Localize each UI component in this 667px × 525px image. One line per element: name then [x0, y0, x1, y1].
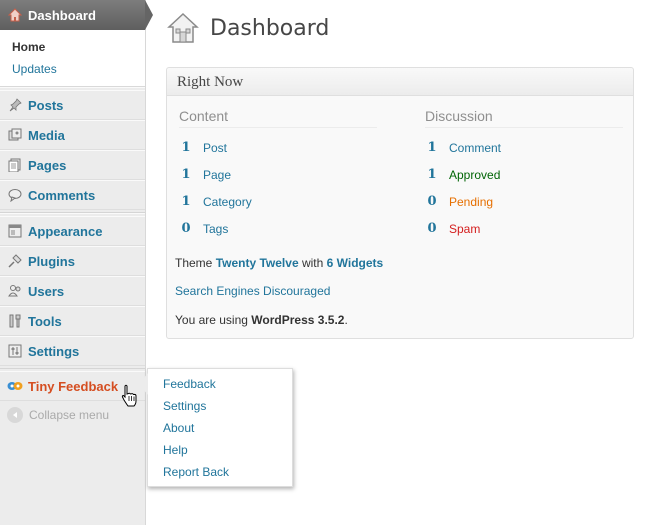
content-column: Content 1 Post 1 Page 1 Category 0 Tags: [179, 104, 379, 242]
menu-item-users[interactable]: Users: [0, 276, 145, 306]
menu-item-dashboard[interactable]: Dashboard: [0, 0, 153, 30]
pages-icon: [7, 157, 23, 173]
flyout-item-report-back[interactable]: Report Back: [148, 461, 292, 483]
count[interactable]: 1: [180, 194, 192, 209]
menu-item-posts[interactable]: Posts: [0, 90, 145, 120]
count[interactable]: 0: [426, 194, 438, 209]
page-title: Dashboard: [210, 15, 330, 41]
discussion-heading: Discussion: [425, 104, 623, 128]
count[interactable]: 1: [426, 140, 438, 155]
menu-item-tools-label: Tools: [28, 313, 62, 329]
menu-item-plugins-label: Plugins: [28, 253, 75, 269]
menu-item-appearance[interactable]: Appearance: [0, 216, 145, 246]
current-arrow: [145, 0, 153, 30]
discussion-row[interactable]: 0 Pending: [425, 188, 625, 215]
submenu-updates[interactable]: Updates: [0, 58, 145, 80]
hand-cursor-icon: [120, 384, 138, 408]
tools-icon: [7, 313, 23, 329]
count[interactable]: 0: [180, 221, 192, 236]
count[interactable]: 1: [426, 167, 438, 182]
comment-bubble-icon: [7, 187, 23, 203]
collapse-menu-label: Collapse menu: [29, 408, 110, 422]
admin-sidebar: Dashboard Home Updates Posts Media Pages: [0, 0, 153, 525]
tiny-feedback-icon: [7, 378, 23, 394]
widgets-link[interactable]: 6 Widgets: [327, 256, 384, 270]
content-row[interactable]: 1 Post: [179, 134, 379, 161]
right-now-title[interactable]: Right Now: [167, 68, 633, 96]
menu-item-users-label: Users: [28, 283, 65, 299]
dashboard-home-icon: [166, 11, 200, 45]
count[interactable]: 0: [426, 221, 438, 236]
content-row[interactable]: 1 Category: [179, 188, 379, 215]
dashboard-submenu: Home Updates: [0, 30, 145, 87]
menu-item-dashboard-label: Dashboard: [28, 7, 96, 23]
menu-item-comments-label: Comments: [28, 187, 96, 203]
content-row[interactable]: 0 Tags: [179, 215, 379, 242]
submenu-home[interactable]: Home: [0, 36, 145, 58]
flyout-item-help[interactable]: Help: [148, 439, 292, 461]
wp-version: WordPress 3.5.2: [251, 313, 345, 327]
menu-group-admin: Appearance Plugins Users Tools Settings: [0, 213, 145, 369]
theme-link[interactable]: Twenty Twelve: [216, 256, 299, 270]
label[interactable]: Tags: [203, 222, 228, 236]
count[interactable]: 1: [180, 167, 192, 182]
menu-item-plugins[interactable]: Plugins: [0, 246, 145, 276]
label[interactable]: Category: [203, 195, 252, 209]
menu-item-posts-label: Posts: [28, 97, 64, 113]
appearance-icon: [7, 223, 23, 239]
label[interactable]: Comment: [449, 141, 501, 155]
label[interactable]: Pending: [449, 195, 493, 209]
discussion-column: Discussion 1 Comment 1 Approved 0 Pending 0…: [425, 104, 625, 242]
plug-icon: [7, 253, 23, 269]
home-icon: [8, 8, 22, 22]
label[interactable]: Post: [203, 141, 227, 155]
menu-item-appearance-label: Appearance: [28, 223, 103, 239]
content-heading: Content: [179, 104, 377, 128]
label[interactable]: Approved: [449, 168, 500, 182]
menu-item-tools[interactable]: Tools: [0, 306, 145, 336]
page-header: Dashboard: [166, 10, 329, 46]
discussion-row[interactable]: 0 Spam: [425, 215, 625, 242]
collapse-arrow-icon: [7, 407, 23, 423]
label[interactable]: Spam: [449, 222, 480, 236]
discussion-row[interactable]: 1 Approved: [425, 161, 625, 188]
content-row[interactable]: 1 Page: [179, 161, 379, 188]
using-suffix: .: [344, 313, 348, 327]
flyout-item-settings[interactable]: Settings: [148, 395, 292, 417]
label[interactable]: Page: [203, 168, 231, 182]
settings-icon: [7, 343, 23, 359]
tiny-feedback-flyout: Feedback Settings About Help Report Back: [139, 368, 293, 487]
menu-item-settings-label: Settings: [28, 343, 80, 359]
theme-prefix: Theme: [175, 256, 213, 270]
theme-line: Theme Twenty Twelve with 6 Widgets: [175, 256, 383, 270]
count[interactable]: 1: [180, 140, 192, 155]
discussion-row[interactable]: 1 Comment: [425, 134, 625, 161]
users-icon: [7, 283, 23, 299]
theme-with: with: [301, 256, 324, 270]
menu-item-comments[interactable]: Comments: [0, 180, 145, 210]
flyout-item-about[interactable]: About: [148, 417, 292, 439]
right-now-widget: Right Now Content 1 Post 1 Page 1 Category …: [166, 67, 634, 339]
search-engines-link[interactable]: Search Engines Discouraged: [175, 284, 330, 298]
menu-item-settings[interactable]: Settings: [0, 336, 145, 366]
version-line: You are using WordPress 3.5.2.: [175, 313, 348, 327]
menu-item-pages-label: Pages: [28, 157, 67, 173]
menu-item-pages[interactable]: Pages: [0, 150, 145, 180]
search-engines-line: Search Engines Discouraged: [175, 284, 330, 298]
media-icon: [7, 127, 23, 143]
menu-group-content: Posts Media Pages Comments: [0, 87, 145, 213]
using-prefix: You are using: [175, 313, 248, 327]
menu-item-media-label: Media: [28, 127, 65, 143]
menu-item-media[interactable]: Media: [0, 120, 145, 150]
flyout-item-feedback[interactable]: Feedback: [148, 373, 292, 395]
menu-item-tiny-feedback-label: Tiny Feedback: [28, 378, 119, 394]
pushpin-icon: [7, 97, 23, 113]
